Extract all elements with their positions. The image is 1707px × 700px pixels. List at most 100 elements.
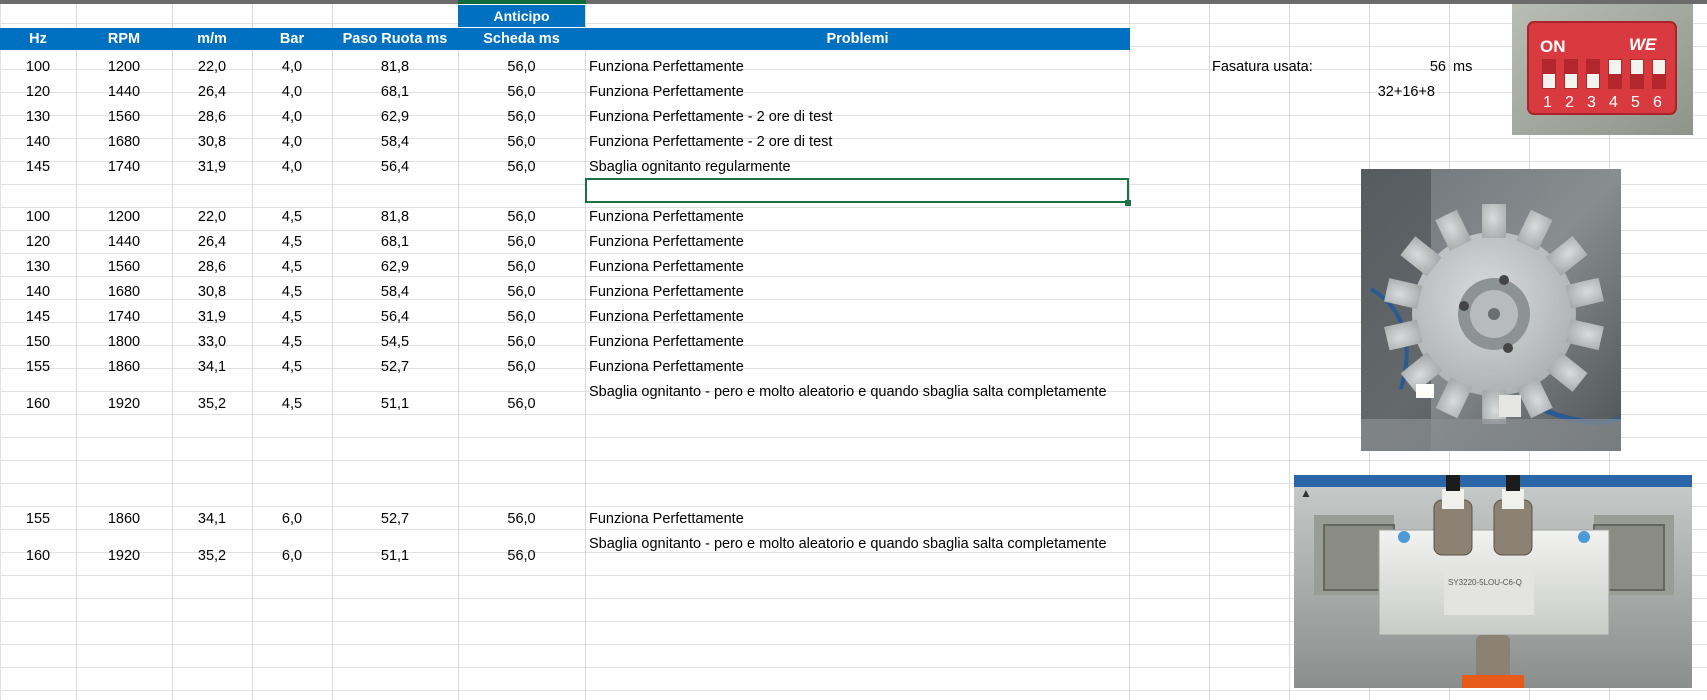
cell-hz[interactable]: 160 (0, 393, 76, 416)
cell-problemi[interactable]: Funziona Perfettamente (589, 508, 1109, 531)
cell-paso-ruota[interactable]: 81,8 (332, 206, 458, 229)
cell-problemi[interactable]: Funziona Perfettamente (589, 81, 1109, 104)
cell-hz[interactable]: 140 (0, 281, 76, 304)
cell-mm[interactable]: 28,6 (172, 256, 252, 279)
cell-bar[interactable]: 4,0 (252, 156, 332, 179)
cell-bar[interactable]: 4,5 (252, 231, 332, 254)
cell-rpm[interactable]: 1860 (76, 508, 172, 531)
cell-paso-ruota[interactable]: 58,4 (332, 131, 458, 154)
cell-scheda[interactable]: 56,0 (458, 508, 585, 531)
cell-problemi[interactable]: Sbaglia ognitanto - pero e molto aleator… (589, 532, 1109, 557)
fill-handle[interactable] (1125, 200, 1131, 206)
cell-hz[interactable]: 130 (0, 256, 76, 279)
cell-bar[interactable]: 4,5 (252, 356, 332, 379)
cell-mm[interactable]: 31,9 (172, 306, 252, 329)
cell-rpm[interactable]: 1560 (76, 256, 172, 279)
cell-rpm[interactable]: 1740 (76, 306, 172, 329)
cell-mm[interactable]: 35,2 (172, 545, 252, 568)
cell-hz[interactable]: 100 (0, 206, 76, 229)
cell-rpm[interactable]: 1200 (76, 56, 172, 79)
cell-problemi[interactable]: Funziona Perfettamente (589, 56, 1109, 79)
sprocket-wheel-photo[interactable] (1361, 169, 1621, 451)
cell-problemi[interactable]: Funziona Perfettamente (589, 231, 1109, 254)
cell-scheda[interactable]: 56,0 (458, 356, 585, 379)
cell-mm[interactable]: 34,1 (172, 356, 252, 379)
cell-problemi[interactable]: Funziona Perfettamente (589, 356, 1109, 379)
fasatura-unit[interactable]: ms (1453, 56, 1472, 79)
cell-paso-ruota[interactable]: 54,5 (332, 331, 458, 354)
selected-cell[interactable] (585, 178, 1129, 203)
cell-scheda[interactable]: 56,0 (458, 106, 585, 129)
cell-rpm[interactable]: 1440 (76, 81, 172, 104)
cell-paso-ruota[interactable]: 56,4 (332, 156, 458, 179)
cell-hz[interactable]: 145 (0, 156, 76, 179)
pneumatic-valve-photo[interactable]: SY3220-5LOU-C6-Q (1294, 475, 1692, 688)
cell-mm[interactable]: 33,0 (172, 331, 252, 354)
cell-paso-ruota[interactable]: 51,1 (332, 393, 458, 416)
cell-scheda[interactable]: 56,0 (458, 156, 585, 179)
cell-scheda[interactable]: 56,0 (458, 206, 585, 229)
header-bar[interactable]: Bar (252, 28, 332, 50)
cell-mm[interactable]: 26,4 (172, 231, 252, 254)
cell-bar[interactable]: 4,5 (252, 306, 332, 329)
cell-problemi[interactable]: Sbaglia ognitanto regularmente (589, 156, 1109, 179)
cell-mm[interactable]: 22,0 (172, 56, 252, 79)
cell-scheda[interactable]: 56,0 (458, 131, 585, 154)
cell-problemi[interactable]: Funziona Perfettamente (589, 281, 1109, 304)
cell-bar[interactable]: 4,0 (252, 131, 332, 154)
cell-scheda[interactable]: 56,0 (458, 545, 585, 568)
cell-problemi[interactable]: Funziona Perfettamente (589, 331, 1109, 354)
cell-paso-ruota[interactable]: 52,7 (332, 508, 458, 531)
cell-hz[interactable]: 150 (0, 331, 76, 354)
cell-bar[interactable]: 6,0 (252, 545, 332, 568)
header-rpm[interactable]: RPM (76, 28, 172, 50)
cell-hz[interactable]: 120 (0, 231, 76, 254)
cell-mm[interactable]: 35,2 (172, 393, 252, 416)
cell-mm[interactable]: 30,8 (172, 281, 252, 304)
cell-rpm[interactable]: 1920 (76, 393, 172, 416)
fasatura-value[interactable]: 56 (1289, 56, 1446, 79)
header-mm[interactable]: m/m (172, 28, 252, 50)
cell-hz[interactable]: 145 (0, 306, 76, 329)
cell-paso-ruota[interactable]: 58,4 (332, 281, 458, 304)
cell-bar[interactable]: 6,0 (252, 508, 332, 531)
cell-scheda[interactable]: 56,0 (458, 306, 585, 329)
cell-paso-ruota[interactable]: 62,9 (332, 106, 458, 129)
cell-scheda[interactable]: 56,0 (458, 331, 585, 354)
header-hz[interactable]: Hz (0, 28, 76, 50)
cell-rpm[interactable]: 1740 (76, 156, 172, 179)
cell-bar[interactable]: 4,0 (252, 81, 332, 104)
cell-hz[interactable]: 160 (0, 545, 76, 568)
cell-hz[interactable]: 140 (0, 131, 76, 154)
cell-rpm[interactable]: 1920 (76, 545, 172, 568)
cell-scheda[interactable]: 56,0 (458, 281, 585, 304)
cell-problemi[interactable]: Funziona Perfettamente (589, 206, 1109, 229)
cell-rpm[interactable]: 1800 (76, 331, 172, 354)
header-anticipo[interactable]: Anticipo (458, 5, 585, 27)
cell-problemi[interactable]: Sbaglia ognitanto - pero e molto aleator… (589, 380, 1109, 405)
cell-rpm[interactable]: 1680 (76, 131, 172, 154)
cell-paso-ruota[interactable]: 56,4 (332, 306, 458, 329)
cell-paso-ruota[interactable]: 81,8 (332, 56, 458, 79)
cell-mm[interactable]: 22,0 (172, 206, 252, 229)
cell-problemi[interactable]: Funziona Perfettamente (589, 256, 1109, 279)
header-paso-ruota[interactable]: Paso Ruota ms (332, 28, 458, 50)
cell-bar[interactable]: 4,0 (252, 56, 332, 79)
cell-mm[interactable]: 30,8 (172, 131, 252, 154)
cell-hz[interactable]: 130 (0, 106, 76, 129)
cell-paso-ruota[interactable]: 68,1 (332, 81, 458, 104)
cell-problemi[interactable]: Funziona Perfettamente (589, 306, 1109, 329)
dip-switch-photo[interactable]: ON WE 1 2 3 4 5 6 (1512, 4, 1693, 135)
header-scheda[interactable]: Scheda ms (458, 28, 585, 50)
cell-bar[interactable]: 4,5 (252, 206, 332, 229)
cell-mm[interactable]: 26,4 (172, 81, 252, 104)
cell-hz[interactable]: 120 (0, 81, 76, 104)
cell-rpm[interactable]: 1560 (76, 106, 172, 129)
cell-rpm[interactable]: 1860 (76, 356, 172, 379)
cell-bar[interactable]: 4,5 (252, 281, 332, 304)
cell-rpm[interactable]: 1200 (76, 206, 172, 229)
cell-scheda[interactable]: 56,0 (458, 56, 585, 79)
cell-scheda[interactable]: 56,0 (458, 393, 585, 416)
header-problemi[interactable]: Problemi (585, 28, 1130, 50)
cell-mm[interactable]: 31,9 (172, 156, 252, 179)
